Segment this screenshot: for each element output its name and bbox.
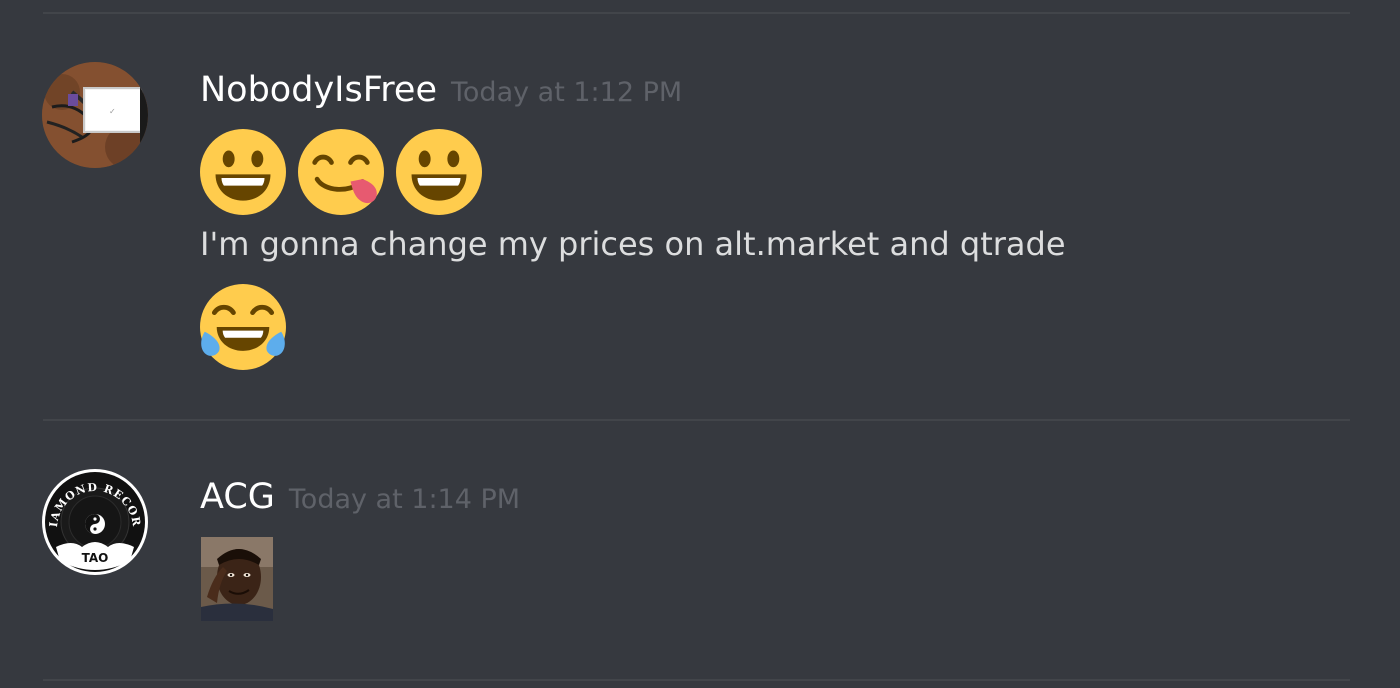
- reaction-emoji-row: [200, 284, 286, 370]
- timestamp: Today at 1:14 PM: [288, 484, 521, 515]
- message-text: I'm gonna change my prices on alt.market…: [200, 225, 1066, 263]
- top-divider: [43, 12, 1350, 14]
- device-photo-avatar-icon: ✓: [42, 62, 148, 168]
- yum-emoji-icon: [298, 129, 384, 215]
- avatar-logo-subtext: TAO: [82, 551, 109, 565]
- emoji-row: [200, 129, 482, 215]
- svg-text:✓: ✓: [109, 107, 116, 116]
- message-header: ACG Today at 1:14 PM: [200, 477, 520, 517]
- smiley-emoji-icon: [200, 129, 286, 215]
- bottom-divider: [43, 679, 1350, 681]
- username[interactable]: ACG: [200, 477, 275, 517]
- message-header: NobodyIsFree Today at 1:12 PM: [200, 70, 682, 110]
- avatar[interactable]: ✓: [42, 62, 148, 168]
- message-divider: [43, 419, 1350, 421]
- timestamp: Today at 1:12 PM: [451, 77, 683, 108]
- joy-emoji-icon: [200, 284, 286, 370]
- avatar[interactable]: DIAMOND RECORD TAO: [42, 469, 148, 575]
- smiley-emoji-icon: [396, 129, 482, 215]
- thinking-man-meme-icon: [201, 537, 273, 621]
- username[interactable]: NobodyIsFree: [200, 70, 437, 110]
- diamond-record-avatar-icon: DIAMOND RECORD TAO: [42, 469, 148, 575]
- thinking-man-meme-image[interactable]: [201, 537, 273, 621]
